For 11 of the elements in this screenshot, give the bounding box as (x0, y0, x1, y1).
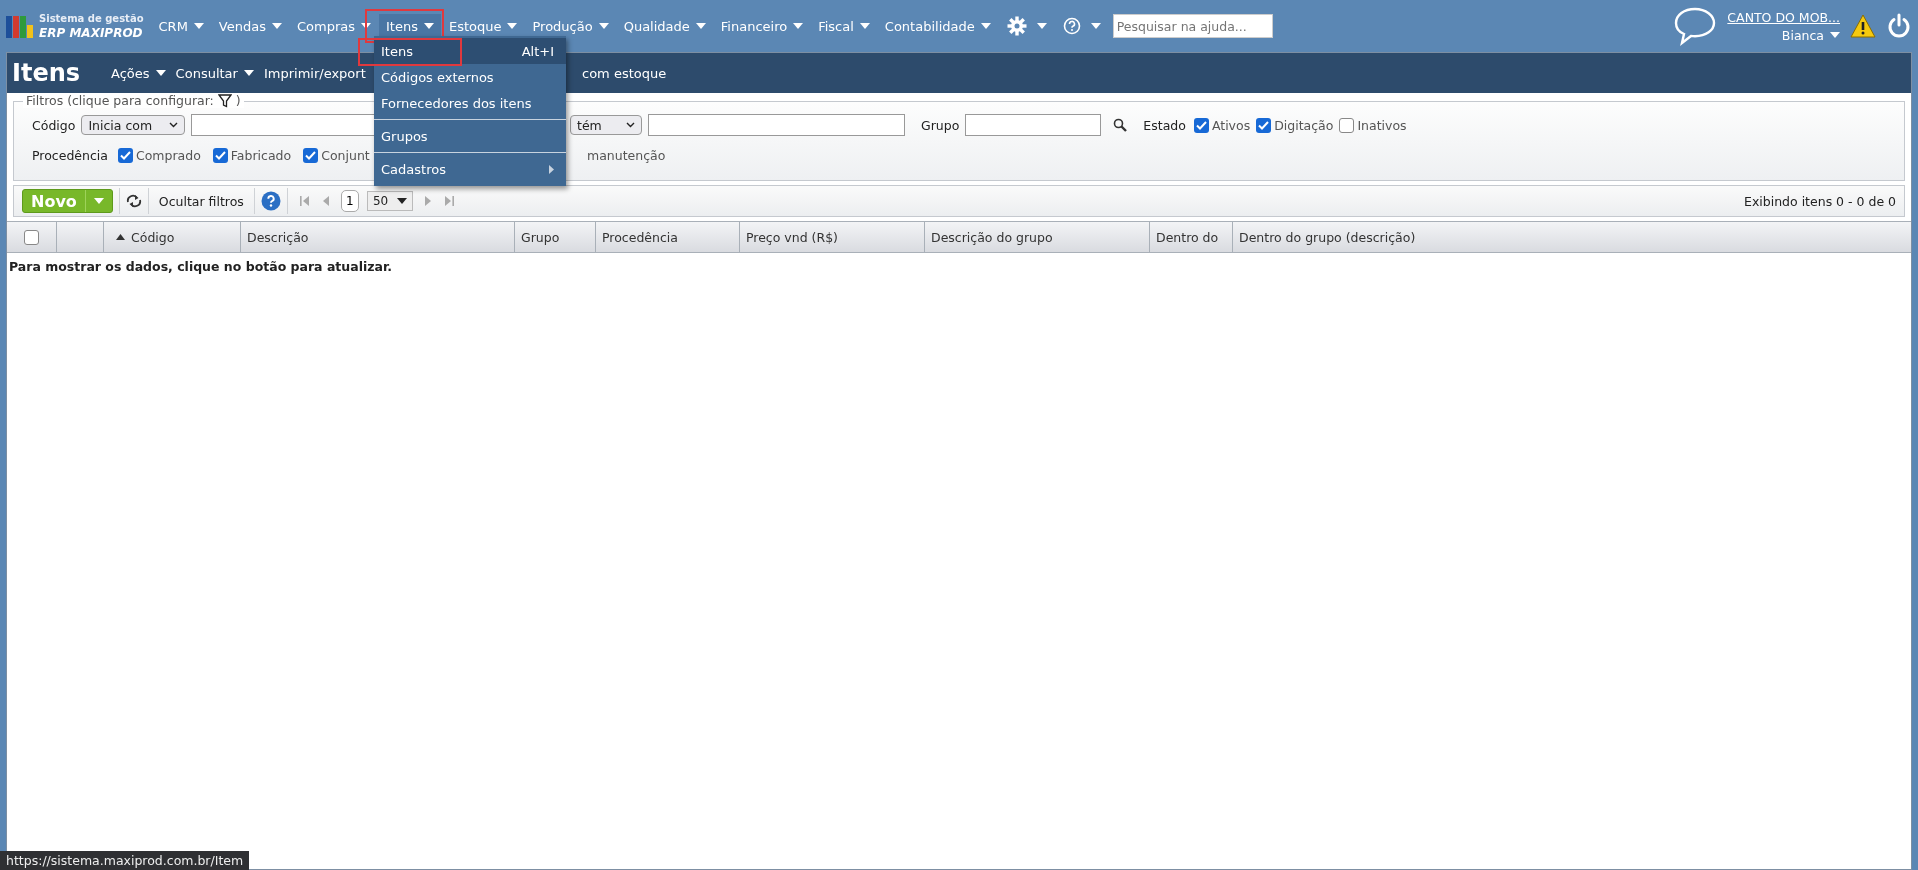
record-count: Exibindo itens 0 - 0 de 0 (1744, 193, 1896, 209)
logo-subtitle: Sistema de gestão (39, 12, 144, 26)
origin-label: Procedência (32, 147, 108, 163)
code-label: Código (32, 117, 76, 133)
filters-legend: ) (235, 93, 241, 108)
status-url: https://sistema.maxiprod.com.br/Item (0, 851, 250, 870)
page-title: Itens (12, 59, 81, 87)
logo-title: ERP MAXIPROD (39, 26, 144, 40)
state-label: Estado (1143, 117, 1186, 133)
group-label: Grupo (921, 117, 960, 133)
empty-message: Para mostrar os dados, clique no botão para atualizar. (8, 258, 394, 276)
